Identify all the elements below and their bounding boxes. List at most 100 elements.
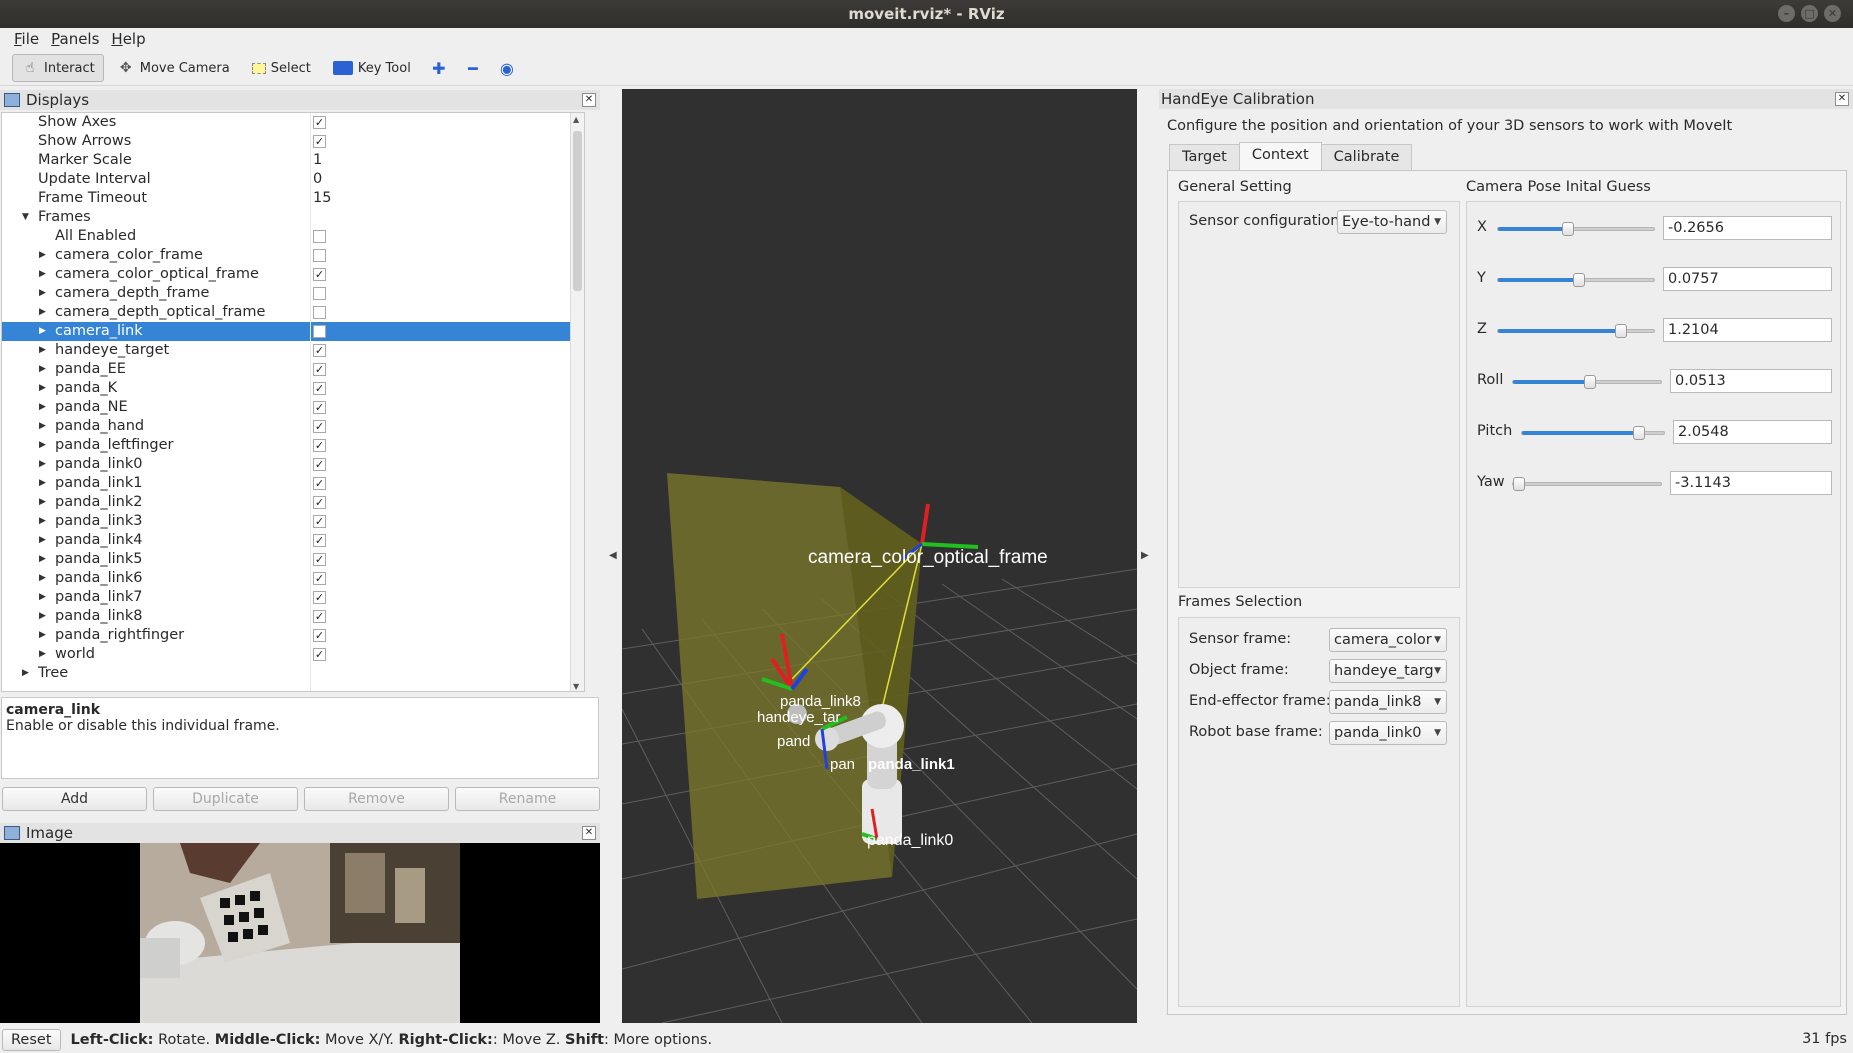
tree-row-checkbox[interactable]: ✓ [313,401,326,414]
tree-scrollbar[interactable]: ▲ ▼ [570,113,584,691]
pose-value-input[interactable]: 0.0757 [1663,267,1832,291]
expand-arrow-right-icon[interactable]: ▶ [39,436,46,455]
pose-value-input[interactable]: 0.0513 [1670,369,1832,393]
pose-slider[interactable] [1497,222,1655,236]
collapse-left-icon[interactable]: ◀ [609,550,617,561]
expand-arrow-right-icon[interactable]: ▶ [39,265,46,284]
expand-arrow-right-icon[interactable]: ▶ [39,493,46,512]
tree-row-checkbox[interactable]: ✓ [313,553,326,566]
tree-row[interactable]: ▶ panda_link1 ✓ [2,474,584,493]
tree-row-checkbox[interactable] [313,306,326,319]
tree-row-checkbox[interactable] [313,230,326,243]
tree-row-checkbox[interactable]: ✓ [313,420,326,433]
tree-row[interactable]: Show Arrows ✓ [2,132,584,151]
menu-panels[interactable]: Panels [45,28,105,51]
tree-row[interactable]: ▶ panda_link4 ✓ [2,531,584,550]
expand-arrow-right-icon[interactable]: ▶ [39,550,46,569]
pose-value-input[interactable]: -0.2656 [1663,216,1832,240]
expand-arrow-right-icon[interactable]: ▶ [39,531,46,550]
frame-select[interactable]: panda_link0 ▼ [1329,721,1447,745]
expand-arrow-right-icon[interactable]: ▶ [39,626,46,645]
tree-row[interactable]: ▶ handeye_target ✓ [2,341,584,360]
tree-row-checkbox[interactable]: ✓ [313,610,326,623]
expand-arrow-right-icon[interactable]: ▶ [22,664,29,683]
close-icon[interactable]: ✕ [1824,5,1841,22]
rename-button[interactable]: Rename [455,787,600,811]
expand-arrow-right-icon[interactable]: ▶ [39,322,46,341]
expand-arrow-right-icon[interactable]: ▶ [39,417,46,436]
key-tool-button[interactable]: Key Tool [324,54,420,82]
tree-row[interactable]: ▶ panda_NE ✓ [2,398,584,417]
close-handeye-icon[interactable]: ✕ [1835,92,1849,106]
tree-row[interactable]: ▶ panda_leftfinger ✓ [2,436,584,455]
scroll-thumb[interactable] [573,131,582,291]
tree-row[interactable]: ▶ camera_color_optical_frame ✓ [2,265,584,284]
expand-arrow-right-icon[interactable]: ▶ [39,512,46,531]
expand-arrow-right-icon[interactable]: ▶ [39,607,46,626]
pose-value-input[interactable]: -3.1143 [1670,471,1832,495]
tree-row[interactable]: ▶ camera_color_frame [2,246,584,265]
sensor-config-select[interactable]: Eye-to-hand ▼ [1337,210,1447,234]
minimize-icon[interactable]: – [1778,5,1795,22]
3d-render-view[interactable]: camera_color_optical_frame handeye_tar p… [622,89,1137,1023]
expand-arrow-right-icon[interactable]: ▶ [39,474,46,493]
move-camera-tool-button[interactable]: ✥ Move Camera [108,54,239,82]
pose-slider[interactable] [1497,324,1655,338]
tree-row-checkbox[interactable] [313,249,326,262]
expand-arrow-right-icon[interactable]: ▶ [39,303,46,322]
slider-handle[interactable] [1513,477,1525,491]
pose-slider[interactable] [1512,375,1662,389]
tree-row[interactable]: ▶ world ✓ [2,645,584,664]
tree-row[interactable]: ▶ camera_link [2,322,584,341]
tree-row-checkbox[interactable]: ✓ [313,135,326,148]
tab-calibrate[interactable]: Calibrate [1320,144,1413,170]
tree-row[interactable]: ▶ panda_hand ✓ [2,417,584,436]
interact-tool-button[interactable]: ☝ Interact [12,54,104,82]
tree-row-checkbox[interactable]: ✓ [313,534,326,547]
tree-row-checkbox[interactable]: ✓ [313,363,326,376]
expand-arrow-right-icon[interactable]: ▶ [39,455,46,474]
tree-row[interactable]: Show Axes ✓ [2,113,584,132]
tree-row[interactable]: Frame Timeout 15 [2,189,584,208]
expand-arrow-right-icon[interactable]: ▶ [39,360,46,379]
pose-value-input[interactable]: 2.0548 [1673,420,1832,444]
tab-target[interactable]: Target [1169,144,1240,170]
frame-select[interactable]: handeye_targ ▼ [1329,659,1447,683]
tree-row[interactable]: ▶ panda_link7 ✓ [2,588,584,607]
collapse-right-icon[interactable]: ▶ [1141,550,1149,561]
tree-row[interactable]: All Enabled [2,227,584,246]
view-eye-icon[interactable]: ◉ [492,54,522,82]
expand-arrow-right-icon[interactable]: ▶ [39,588,46,607]
reset-button[interactable]: Reset [2,1029,61,1051]
slider-handle[interactable] [1573,273,1585,287]
tree-row-value[interactable]: 0 [313,170,322,189]
tree-row-checkbox[interactable]: ✓ [313,648,326,661]
tree-row-checkbox[interactable] [313,325,326,338]
tree-row[interactable]: ▶ panda_link0 ✓ [2,455,584,474]
tree-row[interactable]: ▶ panda_link5 ✓ [2,550,584,569]
tree-row[interactable]: ▶ panda_EE ✓ [2,360,584,379]
tree-row-checkbox[interactable]: ✓ [313,458,326,471]
expand-arrow-right-icon[interactable]: ▶ [39,284,46,303]
tree-row-checkbox[interactable]: ✓ [313,116,326,129]
menu-file[interactable]: File [8,28,45,51]
tree-row-value[interactable]: 1 [313,151,322,170]
remove-button[interactable]: Remove [304,787,449,811]
add-tool-icon[interactable]: ✚ [424,54,454,82]
tree-row[interactable]: Marker Scale 1 [2,151,584,170]
expand-arrow-right-icon[interactable]: ▶ [39,246,46,265]
expand-arrow-right-icon[interactable]: ▶ [39,398,46,417]
tree-row[interactable]: ▶ panda_K ✓ [2,379,584,398]
menu-help[interactable]: Help [105,28,151,51]
tree-row-checkbox[interactable]: ✓ [313,591,326,604]
slider-handle[interactable] [1562,222,1574,236]
expand-arrow-right-icon[interactable]: ▶ [39,645,46,664]
tree-row-checkbox[interactable]: ✓ [313,572,326,585]
scroll-up-icon[interactable]: ▲ [573,115,579,124]
remove-tool-icon[interactable]: ━ [458,54,488,82]
frame-select[interactable]: camera_color ▼ [1329,628,1447,652]
tree-row-checkbox[interactable]: ✓ [313,629,326,642]
expand-arrow-right-icon[interactable]: ▶ [39,341,46,360]
maximize-icon[interactable]: □ [1801,5,1818,22]
expand-arrow-right-icon[interactable]: ▶ [39,569,46,588]
